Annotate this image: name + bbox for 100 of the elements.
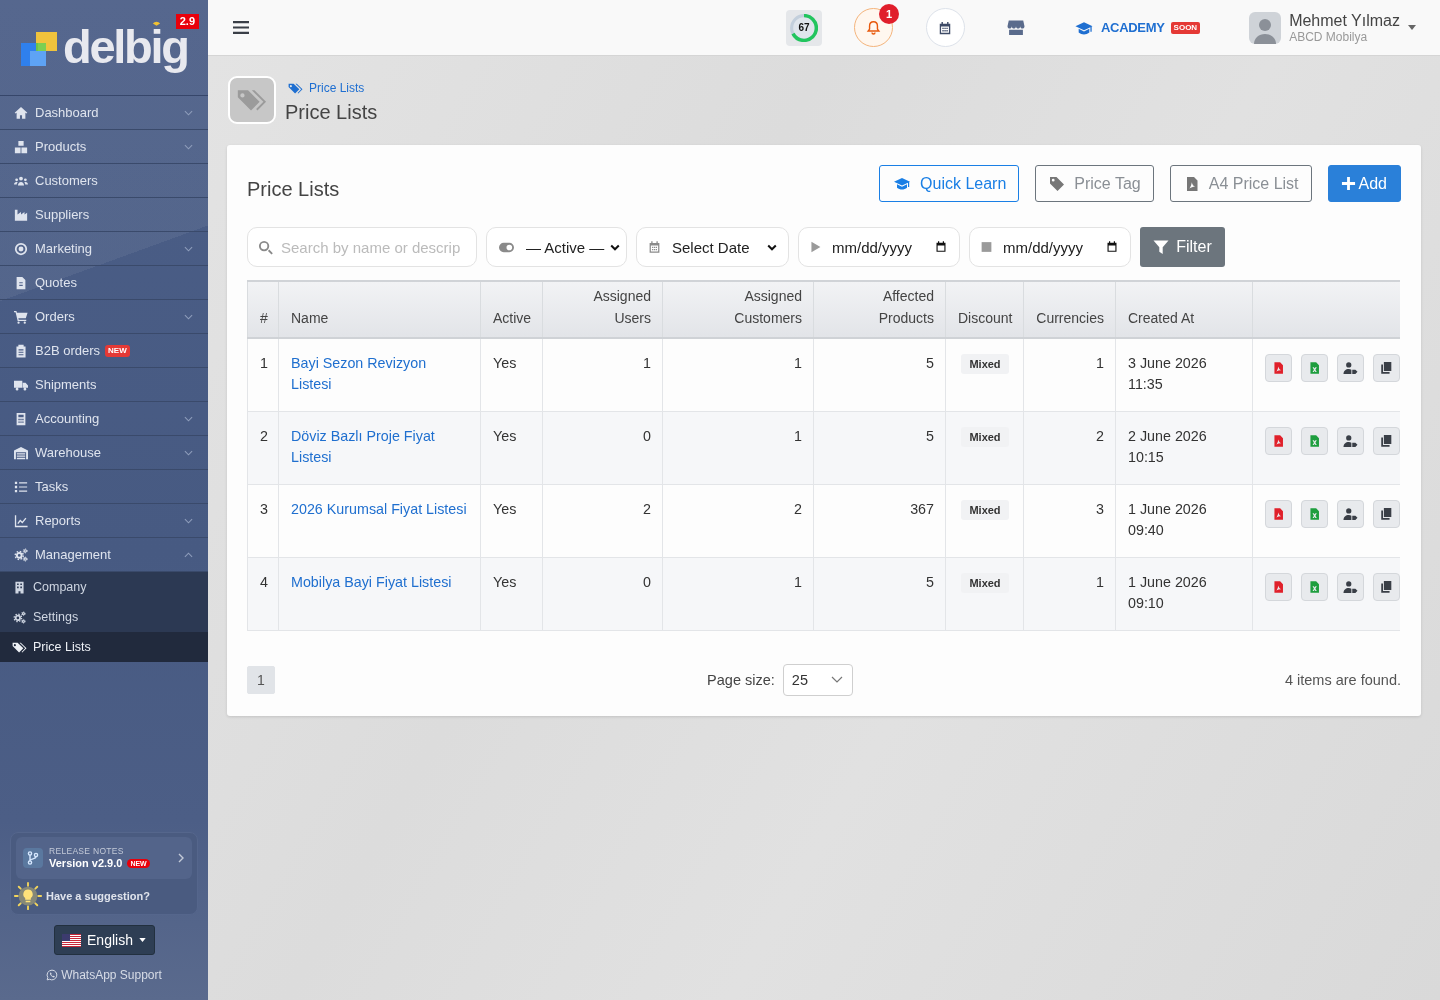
pdf-export-button[interactable] <box>1265 499 1292 528</box>
menu-icon[interactable] <box>233 20 249 35</box>
table-cell: Yes <box>480 557 543 630</box>
chevron-down-icon <box>610 243 621 251</box>
suggestion-link[interactable]: Have a suggestion? <box>13 879 192 913</box>
tags-icon <box>288 81 303 95</box>
assign-users-button[interactable] <box>1337 354 1364 382</box>
excel-export-button[interactable] <box>1301 426 1328 455</box>
table-cell: 3 <box>1023 484 1116 557</box>
gears-icon <box>12 610 27 624</box>
caret-icon[interactable] <box>1408 25 1416 30</box>
date-range-select[interactable]: Select Date <box>636 227 789 267</box>
lightbulb-icon <box>13 881 43 911</box>
status-select[interactable]: — Active — <box>486 227 627 267</box>
excel-export-button[interactable] <box>1301 499 1328 528</box>
score-button[interactable]: 67 <box>785 9 822 46</box>
search-field[interactable]: Search by name or descrip <box>247 227 477 267</box>
pdf-file-icon <box>1272 506 1285 521</box>
copy-icon <box>1379 361 1394 375</box>
table-cell: 3 June 2026 11:35 <box>1115 338 1253 411</box>
score-gauge <box>789 13 818 42</box>
warehouse-icon <box>13 445 29 460</box>
caret-icon <box>138 938 146 942</box>
calendar-icon[interactable] <box>935 240 947 253</box>
version-badge: 2.9 <box>175 14 199 29</box>
notification-badge: 1 <box>878 4 899 24</box>
copy-button[interactable] <box>1373 499 1400 528</box>
submenu-item[interactable]: Company <box>0 572 208 602</box>
menu-item[interactable]: Warehouse <box>0 436 208 470</box>
copy-button[interactable] <box>1373 426 1400 455</box>
tags-icon <box>228 76 276 124</box>
breadcrumb-link[interactable]: Price Lists <box>309 80 365 96</box>
table-cell: 2 <box>662 484 814 557</box>
clipboard-icon <box>13 343 29 358</box>
calendar-icon <box>938 20 953 35</box>
menu-item[interactable]: Suppliers <box>0 198 208 232</box>
calendar-icon <box>648 240 661 254</box>
discount-badge: Mixed <box>961 572 1009 593</box>
user-name[interactable]: Mehmet Yılmaz <box>1289 11 1400 30</box>
copy-button[interactable] <box>1373 354 1400 382</box>
plus-icon <box>1340 176 1356 191</box>
flag-icon <box>62 933 82 947</box>
table-cell: 1 <box>662 557 814 630</box>
table-cell: 5 <box>813 557 946 630</box>
copy-button[interactable] <box>1373 572 1400 601</box>
avatar-icon[interactable] <box>1249 11 1282 44</box>
table-cell: 1 June 2026 09:10 <box>1115 557 1253 630</box>
user-tag-icon <box>1343 361 1358 375</box>
pdf-export-button[interactable] <box>1265 354 1292 382</box>
funnel-icon <box>1153 239 1170 255</box>
calendar-button[interactable] <box>925 8 965 47</box>
submenu-item[interactable]: Settings <box>0 602 208 632</box>
bell-icon <box>865 20 881 35</box>
table-cell: Yes <box>480 411 543 484</box>
menu-item[interactable]: B2B orders NEW <box>0 334 208 368</box>
table-cell: 2 June 2026 10:15 <box>1115 411 1253 484</box>
filter-button[interactable]: Filter <box>1140 227 1225 267</box>
assign-users-button[interactable] <box>1337 572 1364 601</box>
academy-link[interactable]: ACADEMY <box>1072 19 1165 36</box>
assign-users-button[interactable] <box>1337 426 1364 455</box>
page-size-select[interactable]: 25 <box>782 663 853 696</box>
excel-export-button[interactable] <box>1301 354 1328 382</box>
whatsapp-support-link[interactable]: WhatsApp Support <box>46 968 162 982</box>
boxes-icon <box>13 139 29 154</box>
submenu-item[interactable]: Price Lists <box>0 632 208 662</box>
language-button[interactable]: English <box>53 925 155 955</box>
table-cell: 5 <box>813 411 946 484</box>
table-cell: 5 <box>813 338 946 411</box>
price-tag-button[interactable]: Price Tag <box>1035 165 1154 202</box>
square-icon <box>980 240 993 254</box>
quick-learn-button[interactable]: Quick Learn <box>879 165 1020 202</box>
table-cell: 0 <box>542 411 663 484</box>
logo-text: delbig <box>63 28 188 74</box>
a4-price-list-button[interactable]: A4 Price List <box>1169 165 1312 202</box>
pdf-export-button[interactable] <box>1265 572 1292 601</box>
notifications-button[interactable] <box>853 8 893 47</box>
table-cell: Yes <box>480 484 543 557</box>
chevron-down-icon <box>830 676 843 683</box>
menu-item[interactable]: Products <box>0 130 208 164</box>
calendar-icon[interactable] <box>1106 240 1118 253</box>
spreadsheet-file-icon <box>1308 433 1321 448</box>
page-title: Price Lists <box>285 100 378 124</box>
copy-icon <box>1379 506 1394 521</box>
version-text: Version v2.9.0 <box>49 857 123 870</box>
tags-icon <box>12 640 27 654</box>
end-date-field[interactable]: mm/dd/yyyy <box>969 227 1131 267</box>
spreadsheet-file-icon <box>1308 506 1321 521</box>
branch-icon <box>23 848 43 868</box>
page-button[interactable]: 1 <box>247 665 275 694</box>
add-button[interactable]: Add <box>1327 165 1401 202</box>
excel-export-button[interactable] <box>1301 572 1328 601</box>
signal-arc-icon <box>152 20 161 26</box>
pdf-export-button[interactable] <box>1265 426 1292 455</box>
factory-icon <box>13 207 29 222</box>
play-icon <box>809 240 822 254</box>
assign-users-button[interactable] <box>1337 499 1364 528</box>
cart-icon <box>13 309 29 324</box>
table-cell: 1 June 2026 09:40 <box>1115 484 1253 557</box>
store-icon[interactable] <box>1005 19 1026 36</box>
start-date-field[interactable]: mm/dd/yyyy <box>798 227 960 267</box>
